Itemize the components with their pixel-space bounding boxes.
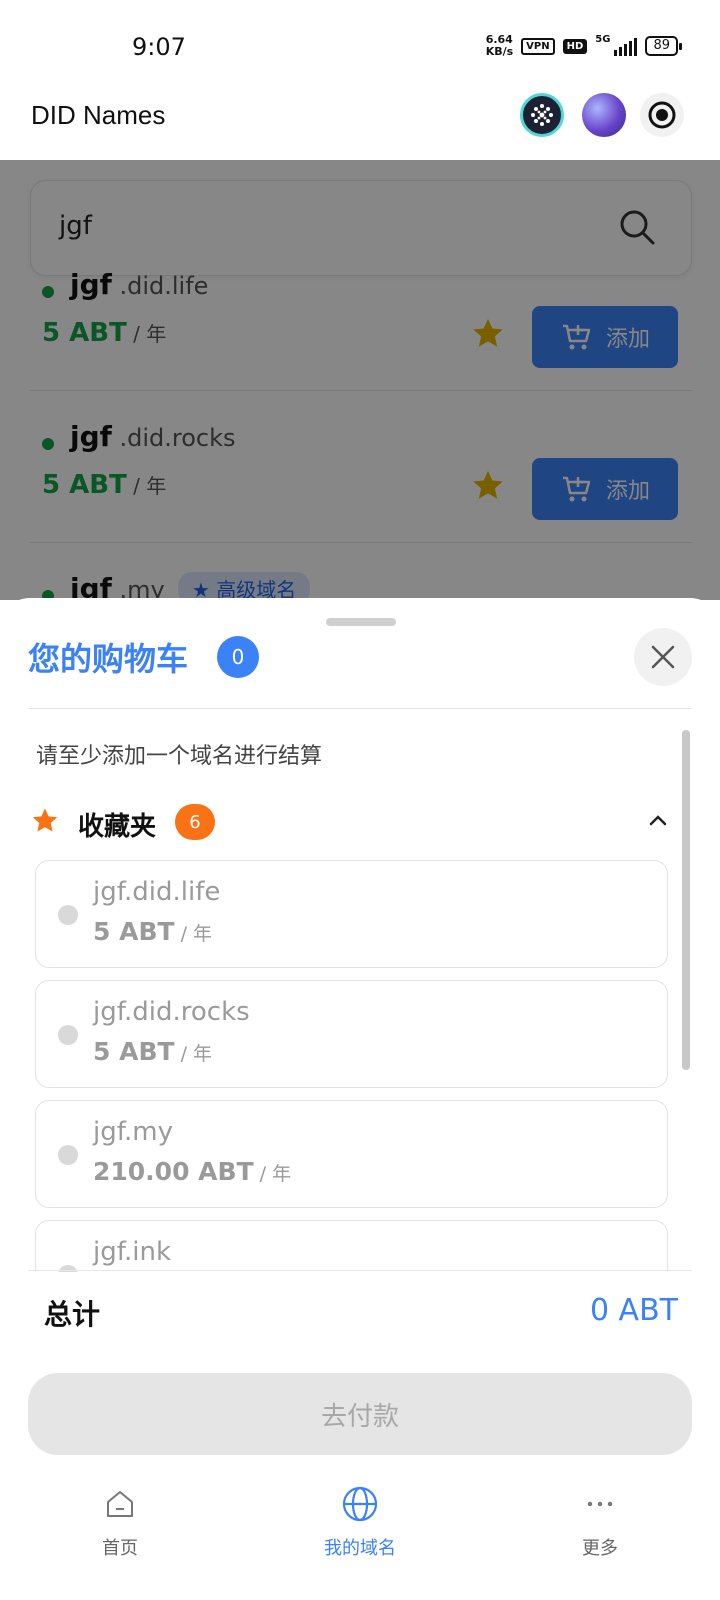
nav-my-domains[interactable]: 我的域名 (290, 1480, 430, 1560)
wallet-connect-icon[interactable] (520, 93, 564, 137)
nav-more[interactable]: 更多 (530, 1480, 670, 1560)
vpn-icon: VPN (521, 37, 555, 55)
modal-overlay[interactable] (0, 160, 720, 600)
close-icon (651, 645, 675, 669)
nav-home[interactable]: 首页 (50, 1480, 190, 1560)
status-indicators: 6.64 KB/s VPN HD 5G 89 (486, 34, 682, 58)
select-radio[interactable] (58, 1025, 78, 1045)
app-header: DID Names (0, 90, 720, 160)
nav-more-label: 更多 (582, 1538, 618, 1559)
battery-icon: 89 (645, 36, 682, 56)
select-radio[interactable] (58, 1145, 78, 1165)
favorite-item[interactable]: jgf.my 210.00 ABT / 年 (35, 1100, 668, 1208)
status-bar: 9:07 6.64 KB/s VPN HD 5G 89 (0, 0, 720, 90)
bottom-nav: 首页 我的域名 更多 (0, 1480, 720, 1600)
globe-icon (290, 1480, 430, 1528)
network-type-label: 5G (595, 34, 611, 45)
favorite-price-value: 5 ABT (93, 917, 175, 946)
favorites-title: 收藏夹 (78, 812, 157, 842)
divider (28, 1270, 692, 1271)
home-icon (50, 1480, 190, 1528)
star-icon (30, 806, 60, 840)
cart-count-badge: 0 (217, 636, 259, 678)
chevron-up-icon[interactable] (648, 812, 668, 831)
signal-icon (614, 36, 638, 56)
hd-icon: HD (562, 38, 588, 54)
favorites-count-badge: 6 (175, 804, 215, 840)
favorite-price-unit: / 年 (174, 923, 213, 945)
network-speed: 6.64 KB/s (486, 34, 513, 58)
app-title: DID Names (31, 100, 166, 130)
favorite-price: 210.00 ABT / 年 (93, 1157, 291, 1186)
select-radio[interactable] (58, 905, 78, 925)
drag-handle[interactable] (326, 618, 396, 626)
cart-sheet: 您的购物车 0 请至少添加一个域名进行结算 收藏夹 6 jgf.did.life… (0, 598, 720, 1600)
favorite-domain: jgf.my (93, 1117, 173, 1147)
favorite-price: 5 ABT / 年 (93, 1037, 212, 1066)
divider (28, 708, 692, 709)
scrollbar[interactable] (682, 730, 690, 1070)
favorite-price-value: 210.00 ABT (93, 1157, 254, 1186)
favorite-item[interactable]: jgf.did.life 5 ABT / 年 (35, 860, 668, 968)
favorite-price-unit: / 年 (174, 1043, 213, 1065)
favorites-header[interactable]: 收藏夹 6 (30, 800, 670, 850)
cart-scroll-area[interactable]: 请至少添加一个域名进行结算 收藏夹 6 jgf.did.life 5 ABT /… (0, 710, 720, 1272)
favorite-price-unit: / 年 (253, 1163, 292, 1185)
nav-home-label: 首页 (102, 1538, 138, 1559)
checkout-hint: 请至少添加一个域名进行结算 (36, 744, 323, 769)
cart-title: 您的购物车 (28, 640, 189, 678)
favorite-item[interactable]: jgf.did.rocks 5 ABT / 年 (35, 980, 668, 1088)
favorite-domain: jgf.did.rocks (93, 997, 250, 1027)
favorite-price-value: 5 ABT (93, 1037, 175, 1066)
total-value: 0 ABT (589, 1293, 678, 1328)
more-icon (530, 1480, 670, 1528)
status-time: 9:07 (132, 33, 186, 61)
network-speed-unit: KB/s (485, 45, 514, 58)
close-button[interactable] (634, 628, 692, 686)
record-icon[interactable] (640, 93, 684, 137)
user-avatar[interactable] (582, 93, 626, 137)
checkout-button[interactable]: 去付款 (28, 1373, 692, 1455)
favorite-domain: jgf.did.life (93, 877, 221, 907)
favorite-item[interactable]: jgf.ink (35, 1220, 668, 1272)
favorite-price: 5 ABT / 年 (93, 917, 212, 946)
nav-my-domains-label: 我的域名 (324, 1538, 396, 1559)
total-label: 总计 (44, 1298, 101, 1331)
favorite-domain: jgf.ink (93, 1237, 172, 1267)
